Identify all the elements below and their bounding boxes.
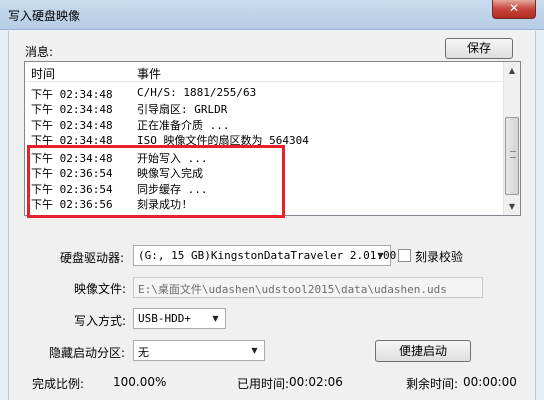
column-header-time[interactable]: 时间	[31, 65, 55, 82]
chevron-down-icon: ▼	[212, 314, 219, 323]
message-list[interactable]: 时间 事件 下午 02:34:48 C/H/S: 1881/255/63 下午 …	[24, 61, 521, 216]
list-item: 下午 02:34:48 C/H/S: 1881/255/63	[25, 85, 513, 101]
elapsed-time-label: 已用时间:	[237, 377, 290, 391]
row-time: 下午 02:36:56	[31, 198, 113, 211]
write-mode-select[interactable]: USB-HDD+ ▼	[133, 308, 226, 329]
image-file-label: 映像文件:	[74, 282, 127, 296]
save-button[interactable]: 保存	[445, 38, 513, 59]
grip-icon	[510, 151, 516, 158]
verify-checkbox[interactable]	[398, 249, 411, 262]
list-item: 下午 02:36:56 刻录成功!	[25, 195, 513, 211]
chevron-down-icon: ▼	[251, 346, 258, 355]
drive-select[interactable]: (G:, 15 GB)KingstonDataTraveler 2.01.00 …	[133, 245, 396, 266]
image-file-field[interactable]: E:\桌面文件\udashen\udstool2015\data\udashen…	[133, 277, 483, 298]
chevron-down-icon: ▼	[377, 251, 384, 260]
image-file-value: E:\桌面文件\udashen\udstool2015\data\udashen…	[138, 283, 447, 296]
list-item: 下午 02:34:48 开始写入 ...	[25, 149, 513, 165]
remaining-time-label: 剩余时间:	[406, 377, 459, 391]
row-event: C/H/S: 1881/255/63	[137, 86, 257, 99]
scroll-down-icon[interactable]: ▼	[504, 198, 520, 215]
messages-label: 消息:	[25, 45, 54, 59]
column-header-event[interactable]: 事件	[137, 65, 161, 82]
row-event: ISO 映像文件的扇区数为 564304	[137, 134, 309, 147]
hidden-partition-label: 隐藏启动分区:	[49, 346, 126, 360]
remaining-time-value: 00:00:00	[463, 375, 517, 389]
message-list-header: 时间 事件	[25, 62, 513, 82]
drive-value: (G:, 15 GB)KingstonDataTraveler 2.01.00	[138, 249, 397, 262]
progress-ratio-value: 100.00%	[113, 375, 167, 389]
close-button[interactable]: ✕	[492, 0, 536, 19]
vertical-scrollbar[interactable]: ▲ ▼	[503, 62, 520, 215]
row-event: 刻录成功!	[137, 198, 188, 211]
elapsed-time-value: 00:02:06	[289, 375, 343, 389]
hidden-partition-select[interactable]: 无 ▼	[133, 340, 265, 361]
row-time: 下午 02:34:48	[31, 134, 113, 147]
scroll-up-icon[interactable]: ▲	[504, 62, 520, 79]
progress-ratio-label: 完成比例:	[32, 377, 85, 391]
list-item: 下午 02:36:54 映像写入完成	[25, 164, 513, 180]
scrollbar-thumb[interactable]	[505, 117, 519, 195]
window-title: 写入硬盘映像	[8, 9, 81, 23]
row-event: 引导扇区: GRLDR	[137, 103, 228, 116]
row-time: 下午 02:36:54	[31, 167, 113, 180]
list-item: 下午 02:34:48 正在准备介质 ...	[25, 116, 513, 132]
title-bar: 写入硬盘映像 ✕	[0, 0, 544, 30]
close-icon: ✕	[508, 1, 520, 15]
row-event: 映像写入完成	[137, 167, 203, 180]
list-item: 下午 02:34:48 ISO 映像文件的扇区数为 564304	[25, 131, 513, 147]
quick-boot-button[interactable]: 便捷启动	[375, 340, 471, 362]
verify-label: 刻录校验	[415, 250, 464, 264]
list-item: 下午 02:36:54 同步缓存 ...	[25, 180, 513, 196]
write-mode-label: 写入方式:	[74, 314, 127, 328]
hidden-partition-value: 无	[138, 346, 149, 359]
write-mode-value: USB-HDD+	[138, 312, 191, 325]
drive-label: 硬盘驱动器:	[60, 251, 125, 265]
list-item: 下午 02:34:48 引导扇区: GRLDR	[25, 100, 513, 116]
row-time: 下午 02:34:48	[31, 103, 113, 116]
